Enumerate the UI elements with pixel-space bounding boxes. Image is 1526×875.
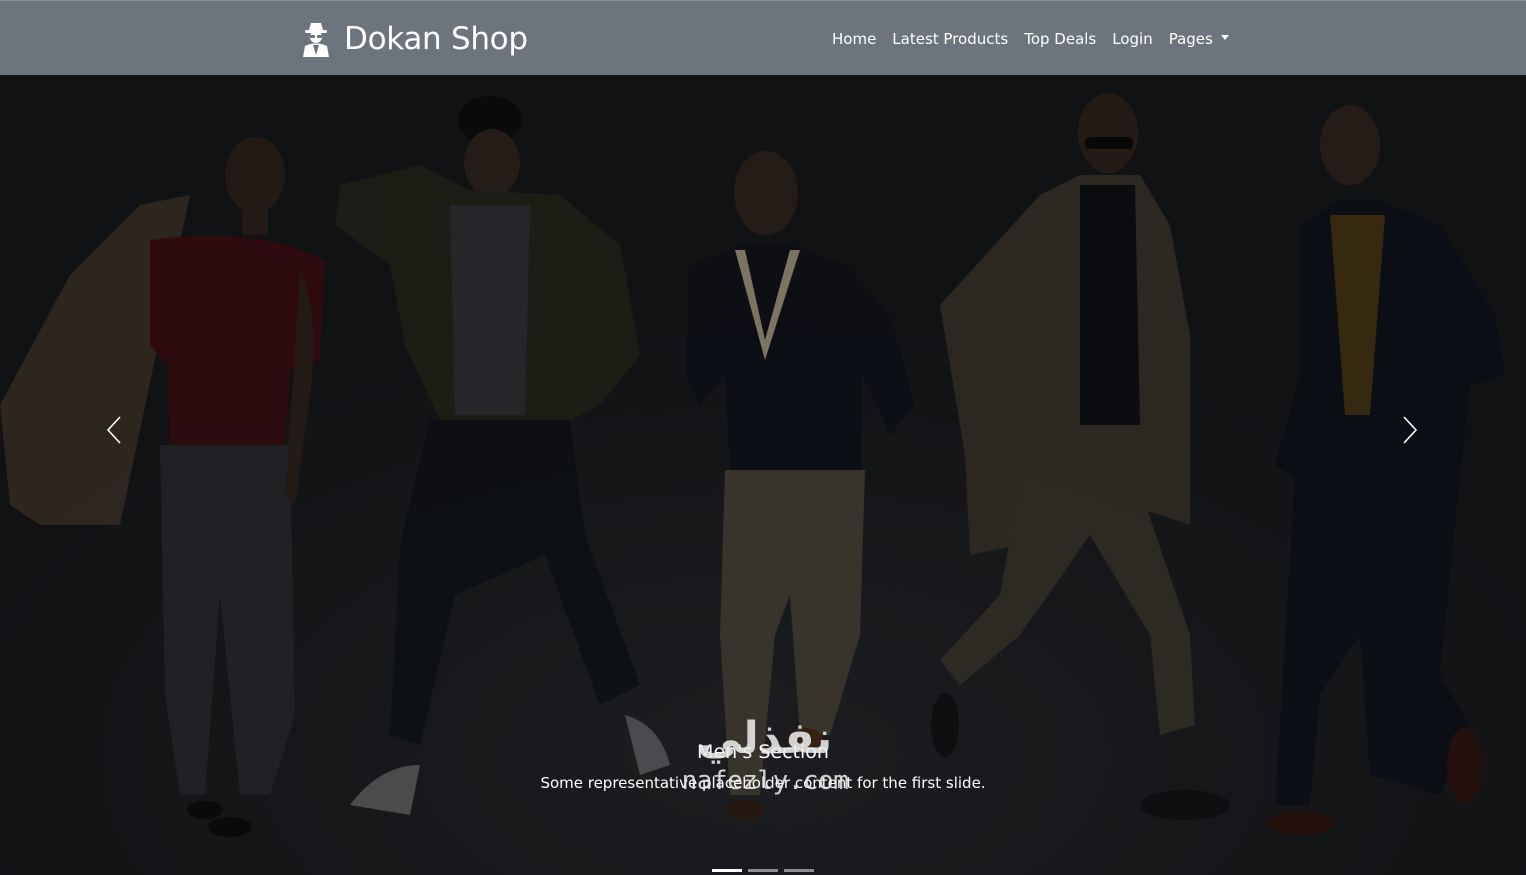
- watermark: نفذلي nafezly.com: [660, 712, 870, 796]
- carousel-prev-button[interactable]: [84, 395, 144, 465]
- brand-link[interactable]: Dokan Shop: [302, 19, 528, 59]
- nav-pages-dropdown[interactable]: Pages: [1169, 29, 1229, 49]
- nav-login[interactable]: Login: [1112, 29, 1152, 49]
- brand-name: Dokan Shop: [344, 21, 528, 57]
- chevron-left-icon: [106, 416, 121, 444]
- nav-latest-products[interactable]: Latest Products: [892, 29, 1008, 49]
- carousel-indicator[interactable]: [712, 869, 742, 872]
- nav-pages-label: Pages: [1168, 30, 1213, 48]
- carousel-indicator[interactable]: [784, 869, 814, 872]
- user-secret-icon: [303, 23, 329, 57]
- carousel-indicator[interactable]: [748, 869, 778, 872]
- carousel-next-button[interactable]: [1380, 395, 1440, 465]
- carousel-indicators: [0, 869, 1526, 872]
- watermark-arabic: نفذلي: [697, 713, 833, 764]
- top-navbar: Dokan Shop Home Latest Products Top Deal…: [0, 0, 1526, 75]
- nav-top-deals[interactable]: Top Deals: [1024, 29, 1096, 49]
- caret-down-icon: [1220, 35, 1229, 40]
- nav-home[interactable]: Home: [832, 29, 876, 49]
- chevron-right-icon: [1403, 416, 1418, 444]
- nav-links: Home Latest Products Top Deals Login Pag…: [832, 29, 1229, 49]
- watermark-latin: nafezly.com: [681, 766, 849, 796]
